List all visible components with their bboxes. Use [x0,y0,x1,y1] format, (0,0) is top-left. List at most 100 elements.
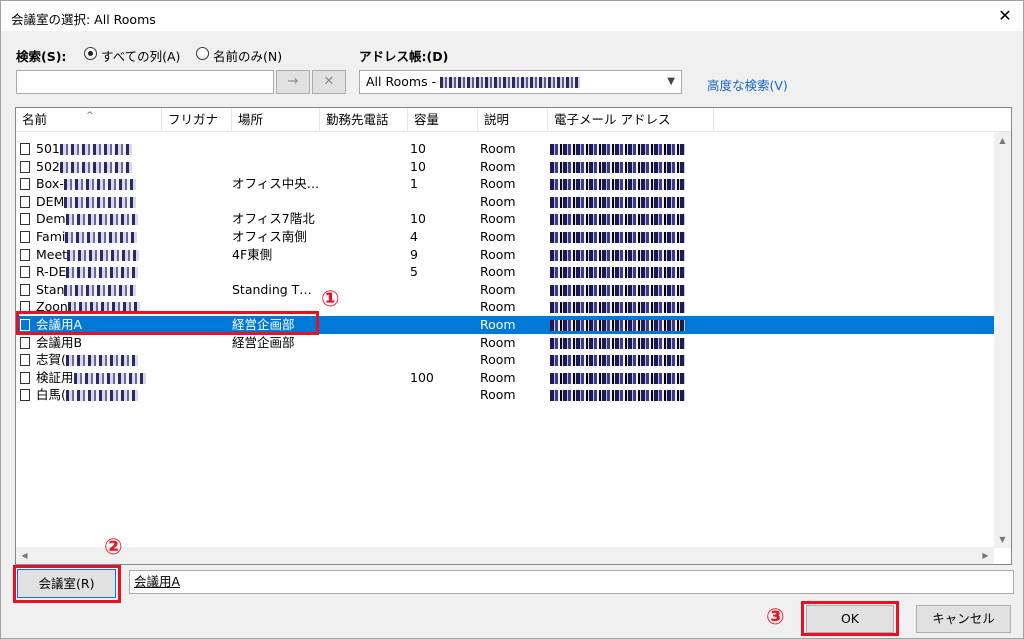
column-header-furigana[interactable]: フリガナ [162,108,232,132]
row-name: 白馬( [36,386,176,404]
sort-up-icon: ^ [86,111,94,121]
redacted-name [59,161,132,173]
contact-card-icon [20,319,30,331]
scroll-right-icon[interactable]: ▶ [977,547,994,564]
redacted-email [550,214,685,226]
row-name: Meet [36,246,176,264]
column-header-email[interactable]: 電子メール アドレス [548,108,714,132]
row-name: Stan [36,281,176,299]
column-header-name[interactable]: 名前 ^ [16,108,162,132]
close-icon[interactable]: ✕ [993,4,1017,28]
redacted-email [550,284,685,296]
radio-all-columns[interactable] [84,47,97,60]
table-row[interactable]: R-DE 5 Room [16,263,994,281]
column-header-capacity[interactable]: 容量 [408,108,478,132]
ok-button[interactable]: OK [806,605,894,633]
search-clear-button[interactable]: ✕ [312,70,346,94]
redacted-email [550,179,685,191]
redacted-name [63,179,136,191]
row-name: 501 [36,140,176,158]
row-email [550,298,695,316]
scroll-up-icon[interactable]: ▲ [994,132,1011,149]
column-header-description[interactable]: 説明 [478,108,548,132]
room-field[interactable]: 会議用A [129,570,1014,594]
row-email [550,351,695,369]
row-location: オフィス南側 [232,229,307,244]
row-name: 会議用B [36,334,83,350]
contact-card-icon [20,213,30,226]
advanced-search-link[interactable]: 高度な検索(V) [707,75,788,94]
table-row[interactable]: 志賀(Room [16,351,994,369]
redacted-text [440,77,581,88]
row-email [550,386,695,404]
search-input[interactable] [16,70,274,94]
row-email [550,369,695,387]
row-email [550,193,695,211]
scroll-down-icon[interactable]: ▼ [994,531,1011,548]
row-name: DEM [36,193,176,211]
table-row[interactable]: Zoon Room [16,298,994,316]
redacted-name [66,267,139,279]
contact-card-icon [20,354,30,367]
row-capacity: 10 [410,141,426,156]
radio-name-only-label[interactable]: 名前のみ(N) [213,46,282,65]
table-row[interactable]: Dem オフィス7階北 10 Room [16,210,994,228]
row-email [550,263,695,281]
redacted-name [59,144,132,155]
table-row[interactable]: Stan Standing T… Room [16,281,994,299]
radio-name-only[interactable] [196,47,209,60]
row-name: Zoon [36,298,176,316]
row-description: Room [480,158,516,174]
table-row[interactable]: 502 10 Room [16,158,994,176]
redacted-email [550,196,685,208]
row-description: Room [480,299,516,315]
scroll-left-icon[interactable]: ◀ [16,547,33,564]
row-capacity: 100 [410,369,434,385]
row-name: Dem [36,210,176,228]
table-row[interactable]: Fami オフィス南側 4 Room [16,228,994,246]
row-name: 検証用 [36,369,176,387]
table-row[interactable]: 白馬(Room [16,386,994,404]
row-description: Room [480,352,516,368]
row-location: 4F東側 [232,246,273,262]
redacted-name [65,214,138,226]
redacted-email [550,372,685,384]
row-capacity: 9 [410,246,418,262]
room-button[interactable]: 会議室(R) [17,569,116,598]
column-header-location[interactable]: 場所 [232,108,320,132]
contact-card-icon [20,301,30,314]
redacted-email [550,144,685,155]
contact-card-icon [20,389,30,402]
row-capacity: 5 [410,264,418,280]
address-book-select[interactable]: All Rooms - ▼ [359,70,682,94]
redacted-name [65,390,138,402]
horizontal-scrollbar[interactable]: ◀ ▶ [16,547,994,564]
table-row[interactable]: 検証用 100 Room [16,369,994,387]
radio-all-columns-label[interactable]: すべての列(A) [101,46,180,65]
row-location: オフィス7階北 [232,211,315,227]
row-email [550,334,695,352]
table-row[interactable]: 501 10 Room [16,140,994,158]
cancel-button[interactable]: キャンセル [916,605,1011,633]
table-row[interactable]: 会議用A 経営企画部 Room [16,316,994,334]
row-description: Room [480,229,516,244]
vertical-scrollbar[interactable]: ▲ ▼ [994,132,1011,548]
marker-1: ① [321,287,340,312]
redacted-email [550,337,685,349]
row-description: Room [480,281,516,297]
table-row[interactable]: 会議用B 経営企画部 Room [16,334,994,352]
list-header: 名前 ^ フリガナ 場所 勤務先電話 容量 説明 電子メール アドレス [16,108,1011,132]
row-capacity: 10 [410,211,426,227]
table-row[interactable]: Box- オフィス中央… 1 Room [16,175,994,193]
window-title: 会議室の選択: All Rooms [11,12,156,27]
table-row[interactable]: DEM Room [16,193,994,211]
select-room-dialog: 会議室の選択: All Rooms ✕ 検索(S): すべての列(A) 名前のみ… [0,0,1024,639]
row-email [550,316,695,334]
row-description: Room [480,193,516,209]
search-go-button[interactable]: → [276,70,310,94]
column-header-phone[interactable]: 勤務先電話 [320,108,408,132]
row-description: Room [480,141,516,156]
row-email [550,158,695,176]
row-description: Room [480,264,516,280]
table-row[interactable]: Meet 4F東側 9 Room [16,246,994,264]
